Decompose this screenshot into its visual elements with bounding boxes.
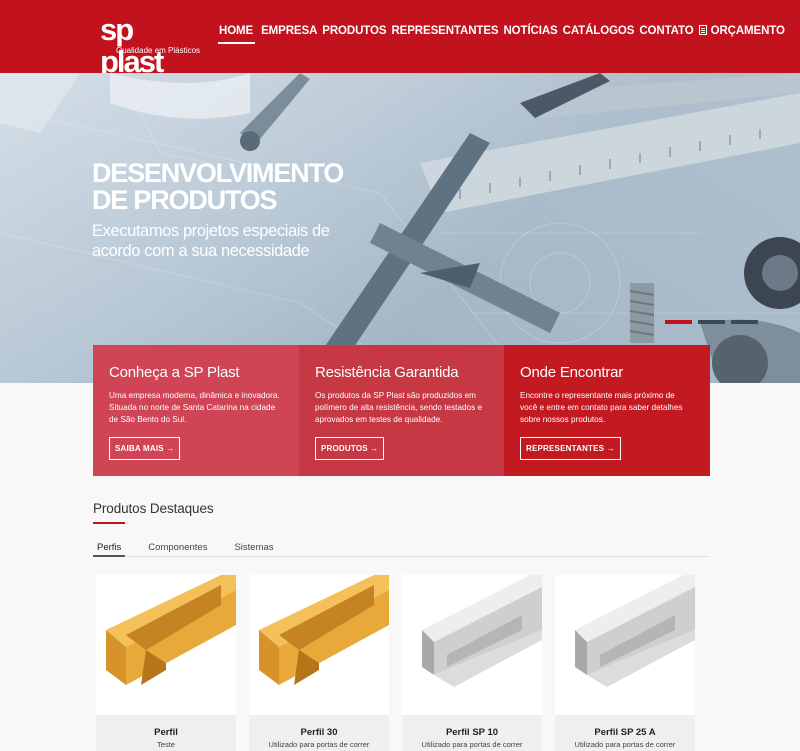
logo[interactable]: sp plast Qualidade em Plásticos xyxy=(100,14,201,78)
product-desc: Utilizado para portas de correr xyxy=(574,740,676,749)
hero-title-line-2: DE PRODUTOS xyxy=(92,185,278,215)
feature-text: Uma empresa moderna, dinâmica e inovador… xyxy=(109,391,280,424)
document-icon xyxy=(698,25,707,35)
product-image-orange-profile xyxy=(259,575,389,685)
feature-box-conheca: Conheça a SP Plast Uma empresa moderna, … xyxy=(93,345,299,476)
nav-representantes[interactable]: REPRESENTANTES xyxy=(391,22,498,44)
product-info: Perfil SP 10 Utilizado para portas de co… xyxy=(402,715,542,751)
feature-title: Onde Encontrar xyxy=(520,364,624,381)
section-title-underline xyxy=(93,522,125,524)
nav-produtos[interactable]: PRODUTOS xyxy=(322,22,386,44)
product-info: Perfil Teste xyxy=(96,715,236,751)
saiba-mais-button-label: SAIBA MAIS xyxy=(115,444,164,453)
hero-title-line-1: DESENVOLVIMENTO xyxy=(92,158,344,188)
feature-text: Os produtos da SP Plast são produzidos e… xyxy=(315,391,483,424)
feature-box-onde-encontrar: Onde Encontrar Encontre o representante … xyxy=(504,345,710,476)
hero-subtitle-line-2: acordo com a sua necessidade xyxy=(92,242,310,260)
slider-dot-3[interactable] xyxy=(731,320,758,324)
product-desc: Utilizado para portas de correr xyxy=(268,740,370,749)
hero-subtitle-line-1: Executamos projetos especiais de xyxy=(92,222,330,240)
tab-componentes[interactable]: Componentes xyxy=(144,540,211,557)
product-card[interactable]: Perfil SP 25 A Utilizado para portas de … xyxy=(555,575,695,751)
nav-empresa[interactable]: EMPRESA xyxy=(261,22,317,44)
feature-title: Conheça a SP Plast xyxy=(109,364,240,381)
product-image-gray-profile xyxy=(575,575,695,687)
feature-boxes: Conheça a SP Plast Uma empresa moderna, … xyxy=(93,345,710,476)
feature-box-resistencia: Resistência Garantida Os produtos da SP … xyxy=(299,345,504,476)
hero-subtitle: Executamos projetos especiais de acordo … xyxy=(92,221,332,261)
arrow-right-icon: → xyxy=(166,444,175,453)
product-name: Perfil SP 10 xyxy=(445,727,499,738)
product-tabs: Perfis Componentes Sistemas xyxy=(93,540,708,557)
product-desc: Teste xyxy=(157,740,175,749)
produtos-button[interactable]: PRODUTOS → xyxy=(315,437,385,460)
product-card[interactable]: Perfil Teste xyxy=(96,575,236,751)
main-nav: HOME EMPRESA PRODUTOS REPRESENTANTES NOT… xyxy=(217,22,790,44)
logo-tagline: Qualidade em Plásticos xyxy=(116,46,201,55)
feature-title: Resistência Garantida xyxy=(315,364,459,381)
hero-slider: DESENVOLVIMENTO DE PRODUTOS Executamos p… xyxy=(0,73,800,383)
arrow-right-icon: → xyxy=(370,444,379,453)
site-header: sp plast Qualidade em Plásticos HOME EMP… xyxy=(0,0,800,78)
slider-dot-2[interactable] xyxy=(698,320,725,324)
product-name: Perfil 30 xyxy=(300,727,338,738)
tab-sistemas[interactable]: Sistemas xyxy=(230,540,277,557)
product-image-gray-profile xyxy=(422,575,542,687)
hero-title: DESENVOLVIMENTO DE PRODUTOS xyxy=(92,160,392,214)
product-card[interactable]: Perfil SP 10 Utilizado para portas de co… xyxy=(402,575,542,751)
produtos-button-label: PRODUTOS xyxy=(321,444,368,453)
nav-noticias[interactable]: NOTÍCIAS xyxy=(503,22,557,44)
product-info: Perfil SP 25 A Utilizado para portas de … xyxy=(555,715,695,751)
nav-catalogos[interactable]: CATÁLOGOS xyxy=(563,22,635,44)
product-desc: Utilizado para portas de correr xyxy=(421,740,523,749)
nav-home[interactable]: HOME xyxy=(217,22,256,44)
nav-contato[interactable]: CONTATO xyxy=(639,22,693,44)
slider-dots xyxy=(665,320,764,324)
section-title: Produtos Destaques xyxy=(93,501,214,516)
tab-perfis[interactable]: Perfis xyxy=(93,540,126,557)
product-cards: Perfil Teste Perfil 30 Utilizado para po… xyxy=(96,575,708,751)
nav-orcamento-label: ORÇAMENTO xyxy=(710,25,785,37)
product-name: Perfil SP 25 A xyxy=(594,727,656,738)
representantes-button[interactable]: REPRESENTANTES → xyxy=(520,437,621,460)
arrow-right-icon: → xyxy=(606,444,615,453)
product-image-orange-profile xyxy=(106,575,236,685)
representantes-button-label: REPRESENTANTES xyxy=(526,444,605,453)
slider-dot-1[interactable] xyxy=(665,320,692,324)
product-name: Perfil xyxy=(154,727,178,738)
nav-orcamento[interactable]: ORÇAMENTO xyxy=(698,22,785,44)
product-card[interactable]: Perfil 30 Utilizado para portas de corre… xyxy=(249,575,389,751)
product-info: Perfil 30 Utilizado para portas de corre… xyxy=(249,715,389,751)
saiba-mais-button[interactable]: SAIBA MAIS → xyxy=(109,437,181,460)
feature-text: Encontre o representante mais próximo de… xyxy=(520,391,683,424)
